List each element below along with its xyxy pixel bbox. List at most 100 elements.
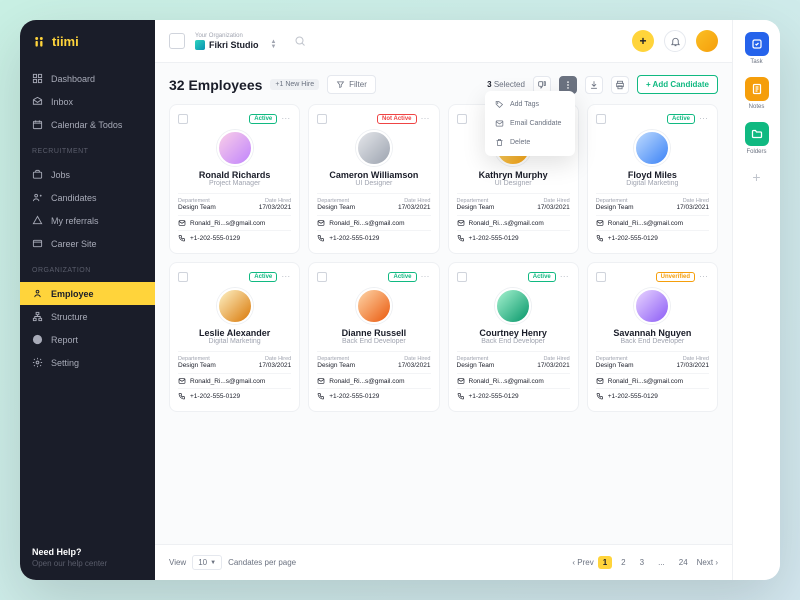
page-title: 32 Employees [169,77,262,93]
employee-card[interactable]: Active⋯ Leslie Alexander Digital Marketi… [169,262,300,412]
pagination: ‹ Prev 1 2 3 ... 24 Next › [572,556,718,569]
filter-icon [336,80,345,89]
status-badge: Active [528,272,556,282]
employee-role: Back End Developer [457,338,570,345]
card-checkbox[interactable] [596,114,606,124]
employee-card[interactable]: Active⋯ Ronald Richards Project Manager … [169,104,300,254]
print-button[interactable] [611,76,629,94]
mail-icon [457,377,465,385]
employee-card[interactable]: Not Active⋯ Cameron Williamson UI Design… [308,104,439,254]
employee-name: Courtney Henry [457,328,570,338]
card-checkbox[interactable] [317,272,327,282]
employee-name: Kathryn Murphy [457,170,570,180]
per-page-select[interactable]: 10 ▼ [192,555,222,570]
dropdown-delete[interactable]: Delete [485,133,575,152]
employee-avatar [356,130,392,166]
help-box[interactable]: Need Help? Open our help center [20,535,155,580]
employee-role: Back End Developer [317,338,430,345]
card-menu[interactable]: ⋯ [699,271,709,282]
nav-calendar[interactable]: Calendar & Todos [20,113,155,136]
nav-dashboard[interactable]: Dashboard [20,67,155,90]
employee-phone: +1-202-555-0129 [457,388,570,403]
employee-phone: +1-202-555-0129 [596,388,709,403]
employee-phone: +1-202-555-0129 [317,388,430,403]
card-checkbox[interactable] [457,114,467,124]
search-input[interactable] [286,35,622,47]
phone-icon [317,392,325,400]
mail-icon [317,219,325,227]
download-button[interactable] [585,76,603,94]
rail-folders[interactable]: Folders [745,122,769,155]
nav-inbox[interactable]: Inbox [20,90,155,113]
card-menu[interactable]: ⋯ [281,271,291,282]
rail-add[interactable]: + [747,167,767,187]
employee-email: Ronald_Ri...s@gmail.com [457,215,570,230]
user-avatar[interactable] [696,30,718,52]
employee-avatar [634,288,670,324]
nav-jobs[interactable]: Jobs [20,163,155,186]
phone-icon [317,234,325,242]
nav-structure[interactable]: Structure [20,305,155,328]
mail-icon [178,219,186,227]
dropdown-add-tags[interactable]: Add Tags [485,95,575,114]
notes-icon [745,77,769,101]
dropdown-email[interactable]: Email Candidate [485,114,575,133]
page-1[interactable]: 1 [598,556,612,569]
card-checkbox[interactable] [178,114,188,124]
employee-card[interactable]: Unverified⋯ Savannah Nguyen Back End Dev… [587,262,718,412]
employee-grid: Active⋯ Ronald Richards Project Manager … [169,104,718,412]
employee-role: UI Designer [457,180,570,187]
sidebar: tiimi Dashboard Inbox Calendar & Todos R… [20,20,155,580]
employee-email: Ronald_Ri...s@gmail.com [596,215,709,230]
add-button[interactable]: + [632,30,654,52]
page-3[interactable]: 3 [635,556,649,569]
employee-card[interactable]: Active⋯ Floyd Miles Digital Marketing De… [587,104,718,254]
employee-card[interactable]: Active ⋯ Courtney Henry Back End Develope… [448,262,579,412]
help-title: Need Help? [32,547,143,557]
logo[interactable]: tiimi [20,20,155,63]
search-icon [294,35,306,47]
nav-setting[interactable]: Setting [20,351,155,374]
nav-career-site[interactable]: Career Site [20,232,155,255]
status-badge: Active [249,272,277,282]
rail-notes[interactable]: Notes [745,77,769,110]
employee-avatar [356,288,392,324]
prev-page[interactable]: ‹ Prev [572,558,593,567]
card-checkbox[interactable] [178,272,188,282]
employee-phone: +1-202-555-0129 [596,230,709,245]
card-checkbox[interactable] [596,272,606,282]
topbar: Your Organization Fikri Studio▲▼ + [155,20,732,63]
nav-referrals[interactable]: My referrals [20,209,155,232]
card-menu[interactable]: ⋯ [421,113,431,124]
mail-icon [178,377,186,385]
employee-avatar [634,130,670,166]
card-menu[interactable]: ⋯ [560,271,570,282]
card-menu[interactable]: ⋯ [699,113,709,124]
org-selector[interactable]: Your Organization Fikri Studio▲▼ [195,33,276,50]
page-last[interactable]: 24 [674,556,693,569]
employee-name: Floyd Miles [596,170,709,180]
tag-icon [495,100,504,109]
nav-candidates[interactable]: Candidates [20,186,155,209]
nav-employee[interactable]: Employee [20,282,155,305]
employee-role: Back End Developer [596,338,709,345]
employee-avatar [495,288,531,324]
notifications-button[interactable] [664,30,686,52]
add-candidate-button[interactable]: + Add Candidate [637,75,718,94]
filter-button[interactable]: Filter [327,75,376,94]
brand-name: tiimi [52,34,79,49]
card-checkbox[interactable] [317,114,327,124]
page-header: 32 Employees +1 New Hire Filter 3 Select… [169,75,718,94]
right-rail: Task Notes Folders + [732,20,780,580]
nav-report[interactable]: Report [20,328,155,351]
card-checkbox[interactable] [457,272,467,282]
next-page[interactable]: Next › [697,558,718,567]
page-ellipsis: ... [653,556,670,569]
page-2[interactable]: 2 [616,556,630,569]
rail-task[interactable]: Task [745,32,769,65]
employee-card[interactable]: Active⋯ Dianne Russell Back End Develope… [308,262,439,412]
mail-icon [457,219,465,227]
card-menu[interactable]: ⋯ [421,271,431,282]
sidebar-toggle[interactable] [169,33,185,49]
card-menu[interactable]: ⋯ [281,113,291,124]
